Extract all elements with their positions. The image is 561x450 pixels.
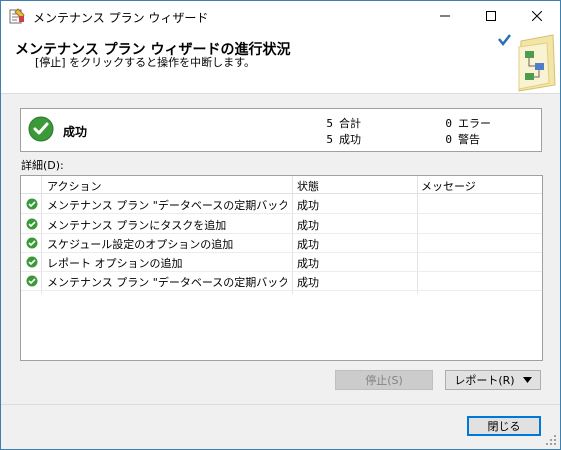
wizard-app-icon — [9, 8, 25, 24]
column-header-message[interactable]: メッセージ — [421, 178, 476, 194]
table-row[interactable]: メンテナンス プランにタスクを追加 成功 — [21, 214, 542, 234]
grid-header: アクション 状態 メッセージ — [21, 176, 542, 194]
title-bar[interactable]: メンテナンス プラン ウィザード — [1, 1, 560, 31]
status-cell: 成功 — [297, 199, 319, 212]
column-header-action[interactable]: アクション — [47, 178, 101, 194]
status-cell: 成功 — [297, 257, 319, 270]
wizard-window: メンテナンス プラン ウィザード メンテナンス プラン ウィザードの進行状況 [… — [0, 0, 561, 450]
status-label: 成功 — [63, 125, 88, 139]
success-check-icon — [26, 237, 38, 249]
action-cell: スケジュール設定のオプションの追加 — [47, 238, 234, 251]
total-count: 5 合計 — [326, 117, 361, 130]
close-window-button[interactable] — [514, 1, 560, 31]
warning-count: 0 警告 — [445, 133, 480, 146]
page-subtitle: [停止] をクリックすると操作を中断します。 — [35, 56, 255, 69]
success-check-icon — [26, 256, 38, 268]
success-check-icon — [28, 116, 54, 142]
report-button-label: レポート(R) — [454, 374, 515, 387]
status-cell: 成功 — [297, 276, 319, 289]
maximize-icon — [486, 11, 496, 21]
error-count: 0 エラー — [445, 117, 491, 130]
stop-button[interactable]: 停止(S) — [335, 370, 433, 390]
details-grid[interactable]: アクション 状態 メッセージ メンテナンス プラン "データベースの定期バックア… — [20, 175, 543, 361]
table-row[interactable]: スケジュール設定のオプションの追加 成功 — [21, 233, 542, 253]
report-button[interactable]: レポート(R) — [445, 370, 541, 390]
close-icon — [532, 11, 542, 21]
status-cell: 成功 — [297, 238, 319, 251]
footer-divider — [1, 404, 560, 405]
action-cell: メンテナンス プラン "データベースの定期バックアッ... — [47, 199, 287, 212]
status-summary-panel: 成功 5 合計 5 成功 0 エラー 0 警告 — [20, 108, 542, 152]
wizard-banner-icon — [498, 34, 556, 92]
action-cell: レポート オプションの追加 — [47, 257, 183, 270]
table-row[interactable]: レポート オプションの追加 成功 — [21, 252, 542, 272]
column-header-status[interactable]: 状態 — [297, 178, 319, 194]
resize-grip-icon[interactable] — [545, 434, 557, 446]
dropdown-arrow-icon — [522, 377, 532, 383]
success-check-icon — [26, 218, 38, 230]
success-check-icon — [26, 275, 38, 287]
minimize-icon — [440, 15, 450, 17]
action-cell: メンテナンス プラン "データベースの定期バックアッ... — [47, 276, 287, 289]
table-row[interactable]: メンテナンス プラン "データベースの定期バックアッ... 成功 — [21, 271, 542, 291]
success-count: 5 成功 — [326, 133, 361, 146]
maximize-button[interactable] — [468, 1, 514, 31]
close-button[interactable]: 閉じる — [467, 416, 541, 436]
minimize-button[interactable] — [422, 1, 468, 31]
details-label: 詳細(D): — [21, 159, 64, 172]
status-cell: 成功 — [297, 219, 319, 232]
success-check-icon — [26, 198, 38, 210]
table-row[interactable]: メンテナンス プラン "データベースの定期バックアッ... 成功 — [21, 194, 542, 214]
window-title: メンテナンス プラン ウィザード — [33, 11, 209, 25]
action-cell: メンテナンス プランにタスクを追加 — [47, 219, 227, 232]
wizard-header: メンテナンス プラン ウィザードの進行状況 [停止] をクリックすると操作を中断… — [1, 31, 560, 94]
